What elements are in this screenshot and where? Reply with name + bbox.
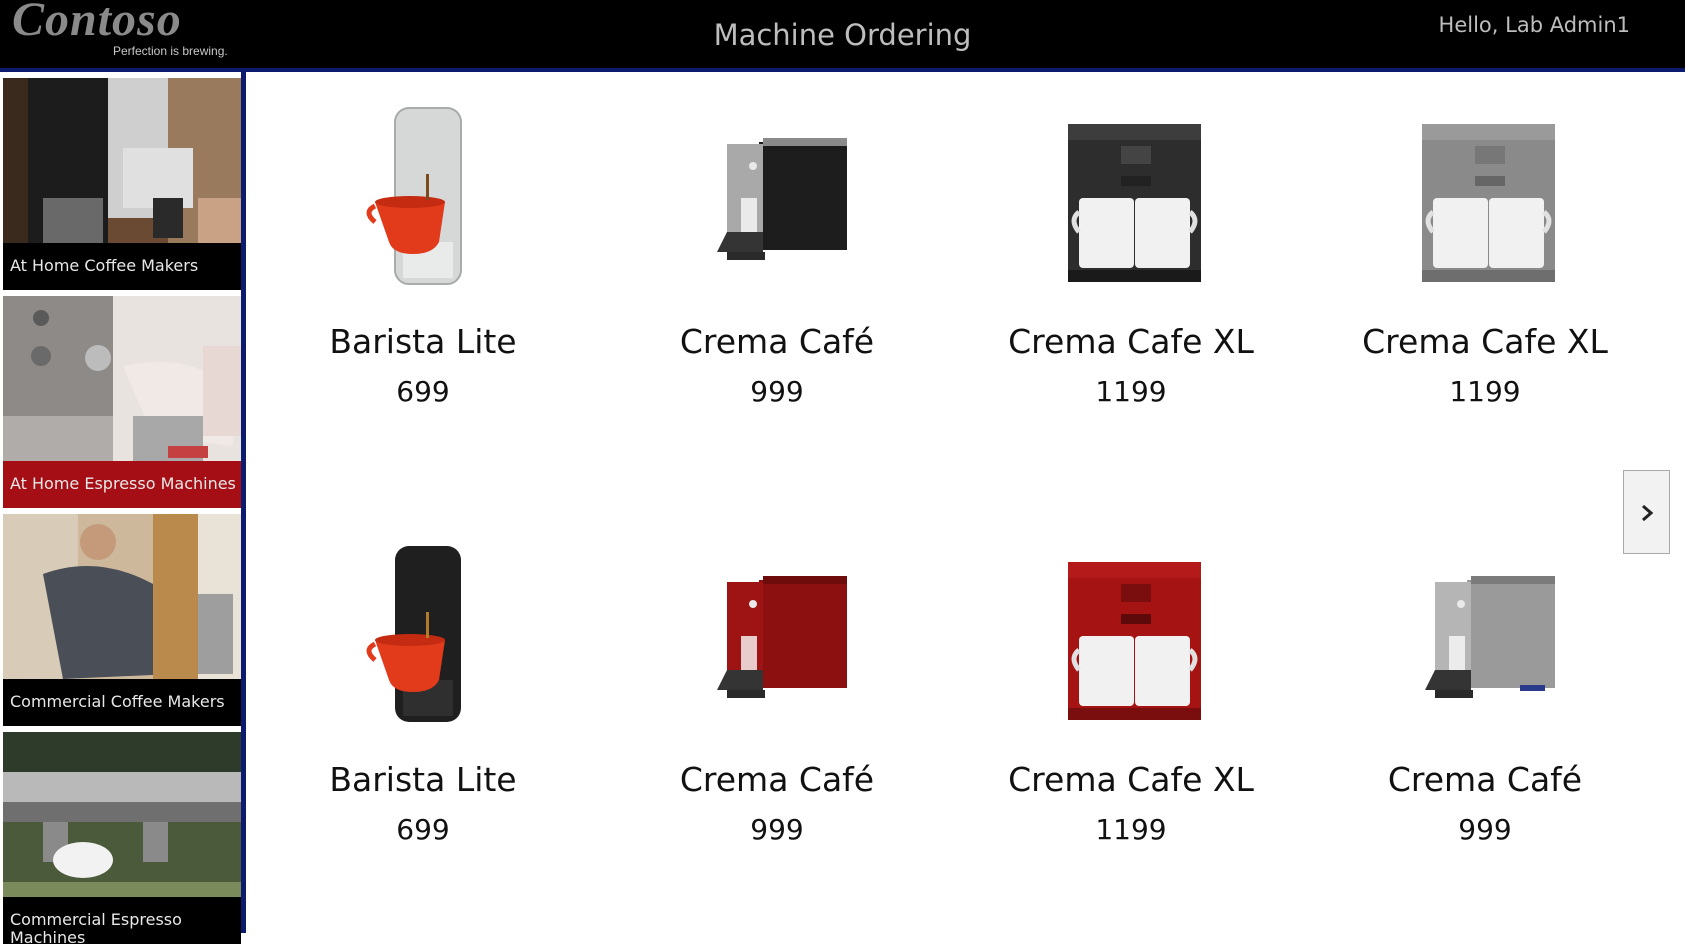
product-name: Barista Lite [329, 322, 517, 361]
product-name: Crema Cafe XL [1362, 322, 1608, 361]
product-name: Crema Café [679, 760, 875, 799]
double-cup-machine-image [1068, 562, 1201, 720]
product-price: 999 [750, 813, 804, 846]
product-card[interactable]: Barista Lite 699 [273, 102, 573, 408]
category-commercial-espresso-machines[interactable]: Commercial Espresso Machines [3, 732, 241, 944]
next-page-button[interactable] [1623, 470, 1670, 554]
double-cup-machine-image [1068, 124, 1201, 282]
product-price: 1199 [1095, 375, 1167, 408]
product-name: Barista Lite [329, 760, 517, 799]
product-name: Crema Café [1387, 760, 1583, 799]
product-card[interactable]: Crema Cafe XL 1199 [981, 102, 1281, 408]
product-price: 699 [396, 813, 450, 846]
product-price: 999 [1458, 813, 1512, 846]
product-price: 1199 [1449, 375, 1521, 408]
category-label: Commercial Espresso Machines [3, 897, 241, 944]
product-name: Crema Cafe XL [1008, 322, 1254, 361]
product-card[interactable]: Crema Cafe XL 1199 [981, 540, 1281, 846]
espresso-machine-image [717, 576, 847, 698]
category-sidebar: At Home Coffee Makers At Home Espresso M… [0, 72, 246, 944]
capsule-machine-image [366, 546, 461, 722]
product-price: 999 [750, 375, 804, 408]
user-greeting: Hello, Lab Admin1 [1438, 13, 1630, 37]
capsule-machine-image [366, 107, 462, 285]
product-card[interactable]: Barista Lite 699 [273, 540, 573, 846]
category-at-home-coffee-makers[interactable]: At Home Coffee Makers [3, 78, 241, 290]
product-price: 699 [396, 375, 450, 408]
product-card[interactable]: Crema Café 999 [627, 102, 927, 408]
category-label: At Home Coffee Makers [3, 243, 241, 290]
product-price: 1199 [1095, 813, 1167, 846]
category-label: At Home Espresso Machines [3, 461, 241, 508]
page-title: Machine Ordering [713, 18, 972, 52]
category-at-home-espresso-machines[interactable]: At Home Espresso Machines [3, 296, 241, 508]
double-cup-machine-image [1422, 124, 1555, 282]
product-card[interactable]: Crema Café 999 [627, 540, 927, 846]
product-card[interactable]: Crema Cafe XL 1199 [1335, 102, 1635, 408]
espresso-machine-image [717, 138, 847, 260]
product-name: Crema Café [679, 322, 875, 361]
product-card[interactable]: Crema Café 999 [1335, 540, 1635, 846]
espresso-machine-image [1425, 576, 1555, 698]
category-commercial-coffee-makers[interactable]: Commercial Coffee Makers [3, 514, 241, 726]
category-label: Commercial Coffee Makers [3, 679, 241, 726]
product-name: Crema Cafe XL [1008, 760, 1254, 799]
app-header: Contoso Perfection is brewing. Machine O… [0, 0, 1685, 72]
chevron-right-icon [1642, 504, 1654, 522]
